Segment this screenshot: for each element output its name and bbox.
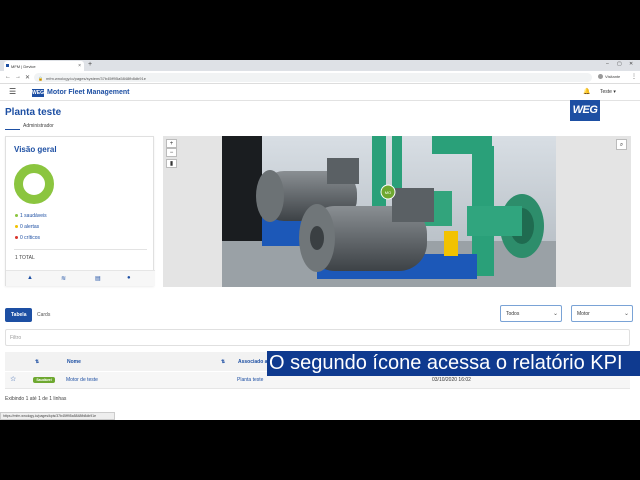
motor-marker-label[interactable]: MO <box>385 190 391 195</box>
url-field[interactable]: 🔒 mfm.wnology.io/pages/system/37b45ff95a… <box>34 73 592 82</box>
zoom-in-button[interactable]: + <box>166 139 177 148</box>
alert-dot-icon <box>15 225 18 229</box>
page-title: Planta teste <box>5 107 62 118</box>
favicon-icon <box>6 64 9 67</box>
tab-cards[interactable]: Cards <box>31 308 56 322</box>
maximize-icon[interactable]: ▢ <box>617 61 622 67</box>
pagination-info: Exibindo 1 até 1 de 1 linhas <box>5 396 67 402</box>
page-role: Administrador <box>23 123 54 129</box>
column-associated[interactable]: Associado a <box>238 359 267 365</box>
star-icon[interactable]: ☆ <box>10 375 16 383</box>
browser-tabbar: MFM | Device × + – ▢ ✕ <box>0 60 640 71</box>
zoom-out-button[interactable]: − <box>166 148 177 157</box>
card-actions: ▲ ≋ ▤ ● <box>6 270 155 286</box>
close-tab-icon[interactable]: × <box>78 63 81 69</box>
legend-healthy-label: 1 saudáveis <box>20 213 47 219</box>
tab-table[interactable]: Tabela <box>5 308 33 322</box>
legend-critical-label: 0 críticos <box>20 235 41 241</box>
legend-alerts-label: 0 alertas <box>20 224 40 230</box>
row-date: 03/10/2020 16:02 <box>432 377 471 383</box>
document-icon[interactable]: ▤ <box>95 275 101 282</box>
browser-window: MFM | Device × + – ▢ ✕ ← → ✕ 🔒 mfm.wnolo… <box>0 60 640 420</box>
minimize-icon[interactable]: – <box>606 61 609 67</box>
type-select-value: Motor <box>577 311 590 317</box>
chevron-down-icon: ⌄ <box>623 311 629 317</box>
forward-icon[interactable]: → <box>15 74 21 80</box>
menu-icon[interactable]: ☰ <box>9 87 16 96</box>
browser-tab[interactable]: MFM | Device × <box>4 61 84 71</box>
app-header: ☰ WEG Motor Fleet Management 🔔 Teste ▾ <box>0 84 640 101</box>
chevron-down-icon: ⌄ <box>552 311 558 317</box>
sort-icon[interactable]: ⇅ <box>35 359 39 365</box>
critical-dot-icon <box>15 236 18 240</box>
total-count: 1 TOTAL <box>15 255 35 261</box>
back-icon[interactable]: ← <box>5 74 11 80</box>
sort-icon[interactable]: ⇅ <box>221 359 225 365</box>
chart-button[interactable]: ▮ <box>166 159 177 168</box>
overview-card: Visão geral 1 saudáveis 0 alertas 0 crít… <box>5 136 155 286</box>
row-name[interactable]: Motor de teste <box>66 377 98 383</box>
search-icon[interactable]: ⌕ <box>616 139 627 150</box>
browser-menu-icon[interactable]: ⋮ <box>631 73 637 80</box>
motor-illustration: MO <box>222 136 556 287</box>
close-window-icon[interactable]: ✕ <box>629 61 633 67</box>
row-associated[interactable]: Planta teste <box>237 377 263 383</box>
new-tab-icon[interactable]: + <box>88 61 92 68</box>
bell-icon[interactable]: 🔔 <box>583 88 590 95</box>
status-donut-chart <box>14 164 54 204</box>
legend-alerts: 0 alertas <box>15 224 39 230</box>
browser-tab-title: MFM | Device <box>11 64 36 69</box>
app-title[interactable]: Motor Fleet Management <box>47 89 129 96</box>
weg-logo: WEG <box>570 100 600 121</box>
filter-input[interactable]: Filtro <box>5 329 630 346</box>
role-underline <box>5 129 20 130</box>
type-select[interactable]: Motor ⌄ <box>571 305 633 322</box>
overview-title: Visão geral <box>14 145 57 154</box>
status-select[interactable]: Todos ⌄ <box>500 305 562 322</box>
info-icon[interactable]: ● <box>127 275 131 281</box>
url-text: mfm.wnology.io/pages/system/37b45ff95a58… <box>46 75 146 81</box>
healthy-dot-icon <box>15 214 18 218</box>
profile-label: Visitante <box>605 74 621 79</box>
legend-healthy: 1 saudáveis <box>15 213 47 219</box>
card-divider <box>14 249 147 250</box>
status-badge: Saudável <box>33 377 55 383</box>
reload-icon[interactable]: ✕ <box>25 74 30 81</box>
warning-icon[interactable]: ▲ <box>27 275 33 281</box>
status-bar-url: https://mfm.wnology.io/pages/kpis/37b45f… <box>0 412 115 420</box>
profile-avatar-icon <box>598 74 603 80</box>
legend-critical: 0 críticos <box>15 235 40 241</box>
address-bar: ← → ✕ 🔒 mfm.wnology.io/pages/system/37b4… <box>0 71 640 84</box>
user-name: Teste <box>600 89 612 95</box>
plant-image-panel: + − ▮ MO ⌕ <box>163 136 631 287</box>
plant-photo: MO <box>222 136 556 287</box>
video-caption: O segundo ícone acessa o relatório KPI <box>267 351 640 376</box>
weg-logo-small: WEG <box>32 89 44 97</box>
user-menu[interactable]: Teste ▾ <box>600 89 616 95</box>
column-name[interactable]: Nome <box>67 359 81 365</box>
profile-button[interactable]: Visitante <box>598 74 621 80</box>
status-select-value: Todos <box>506 311 520 317</box>
kpi-report-icon[interactable]: ≋ <box>61 275 66 282</box>
lock-icon: 🔒 <box>38 75 43 81</box>
